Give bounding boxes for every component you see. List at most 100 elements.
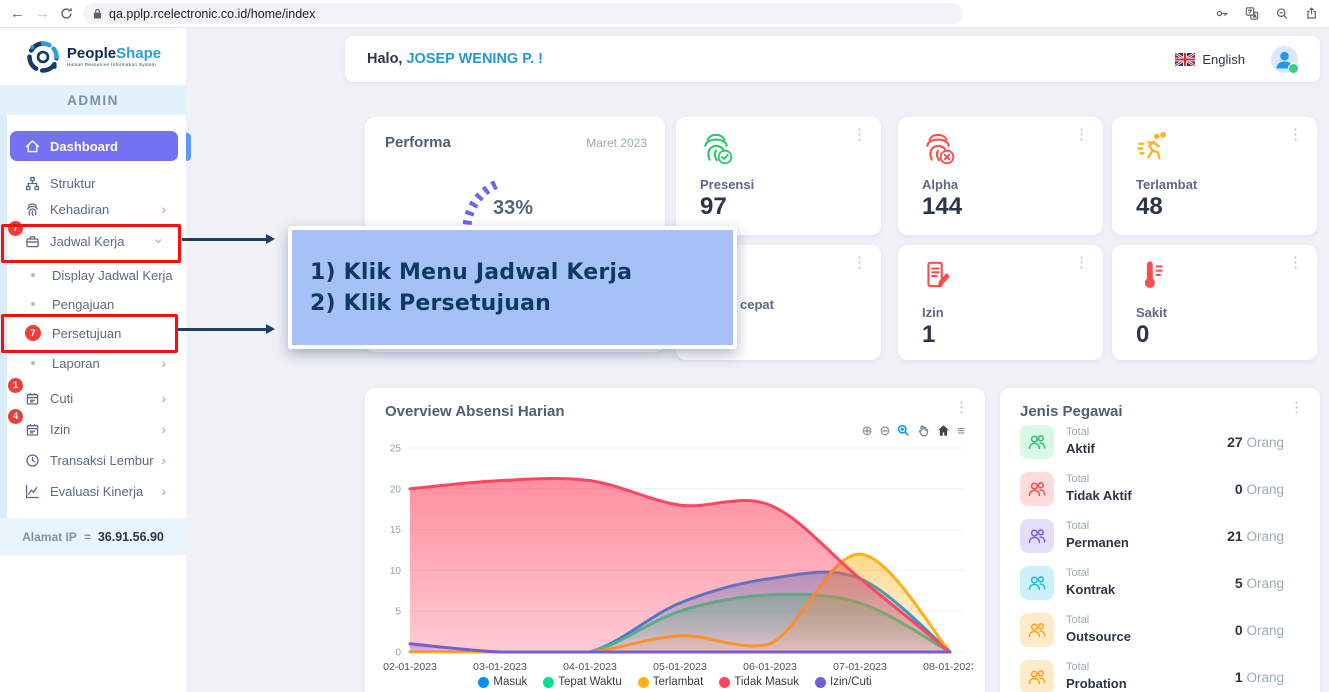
sidebar-item-cuti[interactable]: 1Cuti›: [10, 383, 178, 413]
sidebar-item-evaluasi-kinerja[interactable]: Evaluasi Kinerja›: [10, 476, 178, 506]
jenis-pegawai-row-probation: TotalProbation1 Orang: [1000, 660, 1320, 692]
jenis-pegawai-row-kontrak: TotalKontrak5 Orang: [1000, 566, 1320, 606]
tutorial-step-2: 2) Klik Persetujuan: [310, 291, 733, 316]
back-button[interactable]: ←: [10, 6, 25, 21]
people-icon: [1020, 472, 1054, 506]
people-icon: [1020, 660, 1054, 692]
row-label: Aktif: [1066, 441, 1095, 456]
logo-tagline: Human Resources Information System: [67, 63, 161, 68]
row-prefix: Total: [1066, 661, 1089, 673]
sidebar-item-izin[interactable]: 4Izin›: [10, 414, 178, 444]
sidebar-item-persetujuan[interactable]: 7Persetujuan: [10, 318, 178, 348]
jenis-pegawai-row-outsource: TotalOutsource0 Orang: [1000, 613, 1320, 653]
svg-text:07-01-2023: 07-01-2023: [833, 661, 887, 673]
chart-hamburger-menu-icon[interactable]: ≡: [957, 424, 965, 437]
stat-card-sakit: ⋮Sakit0: [1112, 245, 1317, 360]
legend-dot: [478, 677, 489, 688]
app-logo[interactable]: PeopleShape Human Resources Information …: [0, 28, 186, 85]
translate-icon[interactable]: [1245, 7, 1259, 20]
card-menu-button[interactable]: ⋮: [1074, 127, 1089, 142]
sidebar-item-display-jadwal-kerja[interactable]: Display Jadwal Kerja: [10, 260, 178, 290]
chevron-right-icon: ›: [161, 356, 166, 370]
avatar[interactable]: [1271, 46, 1298, 73]
url-input[interactable]: qa.pplp.rcelectronic.co.id/home/index: [83, 3, 963, 24]
sidebar-item-label: Transaksi Lembur: [50, 453, 154, 468]
card-menu-button[interactable]: ⋮: [852, 255, 867, 270]
org-chart-icon: [24, 175, 41, 192]
performa-value: 33%: [493, 197, 533, 220]
notification-badge: 7: [8, 221, 23, 236]
notification-badge: 4: [8, 409, 23, 424]
card-menu-button[interactable]: ⋮: [1288, 127, 1303, 142]
sidebar-item-label: Persetujuan: [52, 326, 121, 341]
legend-item-tepat-waktu[interactable]: Tepat Waktu: [543, 676, 622, 688]
jenis-pegawai-menu-button[interactable]: ⋮: [1289, 400, 1304, 415]
sidebar-item-transaksi-lembur[interactable]: Transaksi Lembur›: [10, 445, 178, 475]
panning-icon[interactable]: [917, 424, 930, 437]
svg-text:25: 25: [390, 444, 402, 455]
logo-swirl-icon: [25, 39, 61, 75]
stat-label: Presensi: [700, 177, 754, 192]
svg-text:04-01-2023: 04-01-2023: [563, 661, 617, 673]
zoom-in-icon[interactable]: ⊕: [862, 424, 873, 437]
chart-toolbar: ⊕ ⊖ ≡: [862, 424, 965, 437]
reload-button[interactable]: [60, 7, 73, 20]
row-value: 5 Orang: [1235, 575, 1284, 591]
top-header-bar: Halo, JOSEP WENING P. ! English: [345, 36, 1320, 82]
bullet-icon: [31, 273, 35, 277]
card-menu-button[interactable]: ⋮: [852, 127, 867, 142]
sidebar-item-kehadiran[interactable]: Kehadiran ›: [10, 194, 178, 224]
legend-item-terlambat[interactable]: Terlambat: [638, 676, 704, 688]
sidebar-item-laporan[interactable]: Laporan›: [10, 348, 178, 378]
jenis-pegawai-row-permanen: TotalPermanen21 Orang: [1000, 519, 1320, 559]
sidebar-item-label: Jadwal Kerja: [50, 234, 124, 249]
chevron-right-icon: ›: [161, 422, 166, 436]
password-key-icon[interactable]: [1215, 7, 1229, 20]
sidebar-item-label: Izin: [50, 422, 70, 437]
fingerprint-icon: [24, 201, 41, 218]
legend-item-tidak-masuk[interactable]: Tidak Masuk: [719, 676, 799, 688]
sidebar-item-dashboard[interactable]: Dashboard: [10, 131, 178, 161]
attendance-area-chart[interactable]: 051015202502-01-202303-01-202304-01-2023…: [373, 440, 973, 680]
online-status-dot: [1288, 63, 1299, 74]
chevron-right-icon: ›: [161, 202, 166, 216]
sidebar-item-label: Cuti: [50, 391, 73, 406]
row-prefix: Total: [1066, 567, 1089, 579]
username-link[interactable]: JOSEP WENING P. !: [406, 51, 542, 67]
stat-label: Izin: [922, 305, 944, 320]
row-value: 1 Orang: [1235, 669, 1284, 685]
sidebar-item-pengajuan[interactable]: Pengajuan: [10, 289, 178, 319]
row-value: 27 Orang: [1227, 434, 1284, 450]
row-value: 0 Orang: [1235, 481, 1284, 497]
row-value: 21 Orang: [1227, 528, 1284, 544]
zoom-icon[interactable]: [1275, 7, 1289, 20]
sidebar-item-label: Struktur: [50, 176, 96, 191]
stat-label: Sakit: [1136, 305, 1167, 320]
card-menu-button[interactable]: ⋮: [1288, 255, 1303, 270]
legend-dot: [543, 677, 554, 688]
stat-label: Alpha: [922, 177, 958, 192]
stat-card-terlambat: ⋮Terlambat48: [1112, 117, 1317, 235]
forward-button[interactable]: →: [35, 6, 50, 21]
share-icon[interactable]: [1305, 7, 1319, 20]
legend-item-izin-cuti[interactable]: Izin/Cuti: [815, 676, 872, 688]
annotation-arrow-2: [178, 328, 268, 331]
bullet-icon: [31, 361, 35, 365]
sidebar-item-jadwal-kerja[interactable]: 7Jadwal Kerja›: [10, 226, 178, 256]
stat-value: 1: [922, 321, 935, 349]
chart-legend: Masuk Tepat Waktu Terlambat Tidak Masuk Izin…: [365, 676, 985, 688]
legend-item-masuk[interactable]: Masuk: [478, 676, 527, 688]
language-selector[interactable]: English: [1175, 52, 1245, 67]
stat-value: 48: [1136, 193, 1163, 221]
reset-home-icon[interactable]: [937, 424, 950, 437]
stat-card-presensi: ⋮Presensi97: [676, 117, 881, 235]
card-menu-button[interactable]: ⋮: [1074, 255, 1089, 270]
clock-icon: [24, 452, 41, 469]
line-chart-icon: [24, 483, 41, 500]
svg-text:10: 10: [390, 566, 402, 577]
chart-menu-button[interactable]: ⋮: [954, 400, 969, 415]
jenis-pegawai-card: Jenis Pegawai ⋮ TotalAktif27 OrangTotalT…: [1000, 388, 1320, 692]
zoom-out-icon[interactable]: ⊖: [880, 424, 891, 437]
selection-zoom-icon[interactable]: [897, 424, 910, 437]
sidebar-item-label: Kehadiran: [50, 202, 109, 217]
